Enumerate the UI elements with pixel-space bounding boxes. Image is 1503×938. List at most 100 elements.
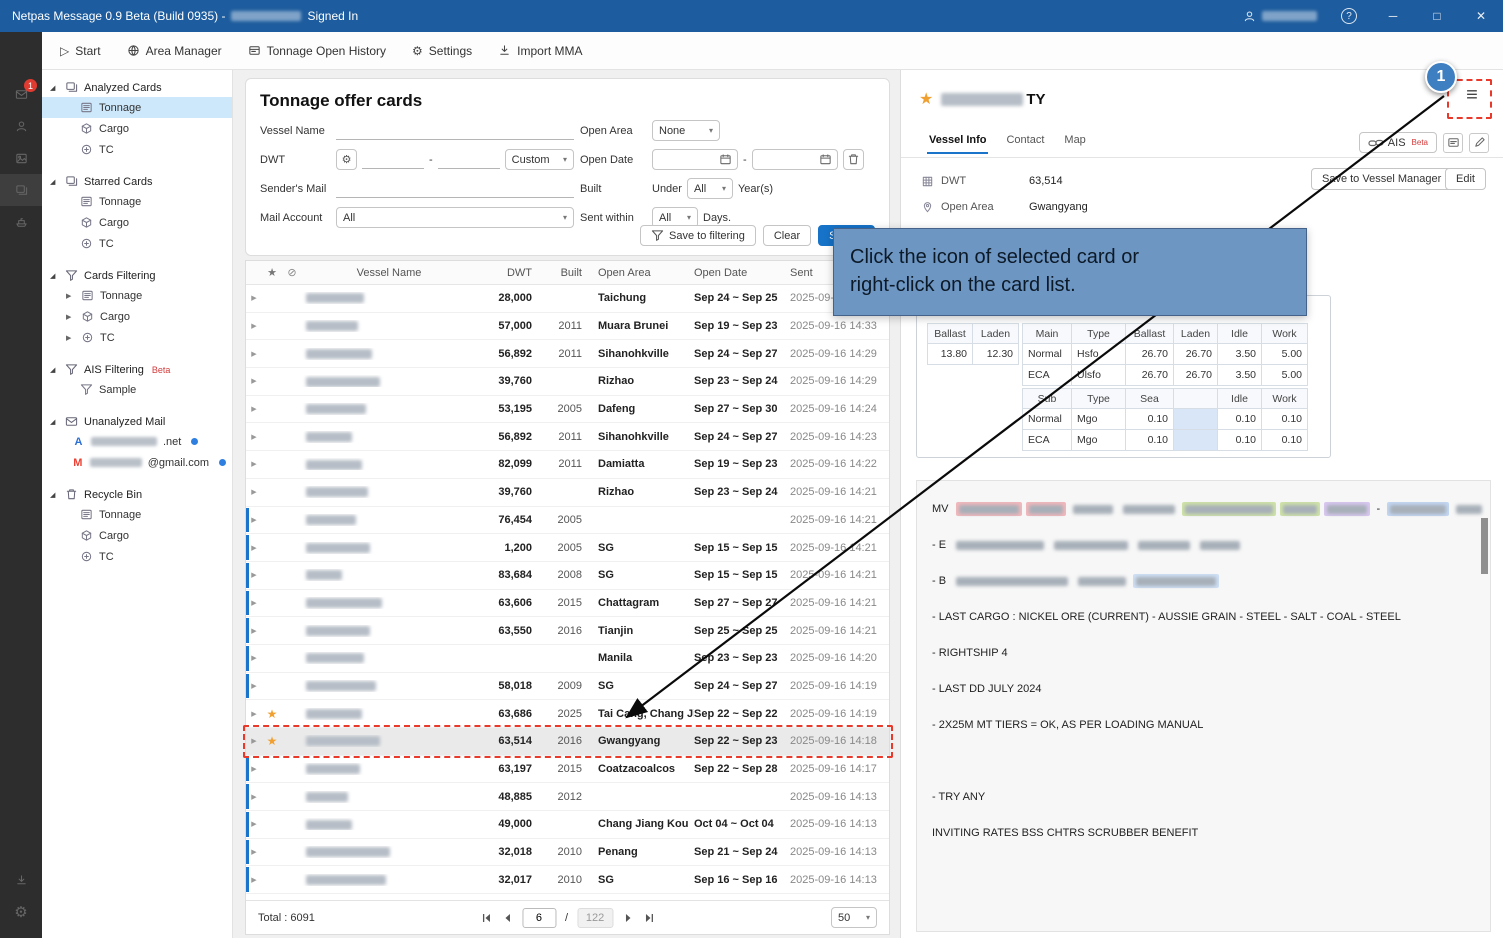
tab-map[interactable]: Map	[1054, 130, 1095, 154]
table-row[interactable]: ▶82,0992011DamiattaSep 19 ~ Sep 232025-0…	[246, 451, 889, 479]
dwt-max-input[interactable]	[438, 151, 500, 169]
expander-icon[interactable]: ▶	[66, 313, 75, 321]
sidebar-item-mail-account[interactable]: A.net	[42, 431, 232, 452]
table-row[interactable]: ▶56,8922011SihanohkvilleSep 24 ~ Sep 272…	[246, 423, 889, 451]
table-row[interactable]: ▶39,760RizhaoSep 23 ~ Sep 242025-09-16 1…	[246, 368, 889, 396]
tab-vessel-info[interactable]: Vessel Info	[919, 130, 996, 154]
row-expand-icon[interactable]: ▶	[246, 433, 262, 441]
sidebar-item-cargo[interactable]: Cargo	[42, 212, 232, 233]
header-exclude-icon[interactable]: ⊘	[282, 266, 302, 279]
table-row[interactable]: ▶58,0182009SGSep 24 ~ Sep 272025-09-16 1…	[246, 673, 889, 701]
table-row[interactable]: ▶49,000Chang Jiang KouOct 04 ~ Oct 04202…	[246, 811, 889, 839]
tree-expand-icon[interactable]: ◢	[50, 178, 59, 186]
sidebar-item-tonnage[interactable]: Tonnage	[42, 191, 232, 212]
page-number-input[interactable]	[522, 908, 556, 928]
vessel-name-input[interactable]	[336, 122, 574, 140]
sidebar-item-mail-account[interactable]: M@gmail.com	[42, 452, 232, 473]
titlebar-account[interactable]	[1233, 0, 1327, 32]
rail-item-settings[interactable]: ⚙	[0, 896, 42, 928]
toolbar-start[interactable]: ▷Start	[60, 44, 101, 58]
dwt-preset-select[interactable]: Custom▾	[505, 149, 574, 170]
table-row[interactable]: ▶63,1972015CoatzacoalcosSep 22 ~ Sep 282…	[246, 756, 889, 784]
header-open-area[interactable]: Open Area	[590, 267, 694, 279]
sidebar-item-tonnage[interactable]: ▶Tonnage	[42, 285, 232, 306]
tree-expand-icon[interactable]: ◢	[50, 418, 59, 426]
rail-item-download[interactable]	[0, 864, 42, 896]
header-built[interactable]: Built	[540, 267, 590, 279]
row-expand-icon[interactable]: ▶	[246, 405, 262, 413]
maximize-button[interactable]: □	[1415, 0, 1459, 32]
table-row[interactable]: ▶76,45420052025-09-16 14:21	[246, 507, 889, 535]
senders-mail-input[interactable]	[336, 180, 574, 198]
toolbar-import-mma[interactable]: Import MMA	[498, 44, 582, 58]
header-open-date[interactable]: Open Date	[694, 267, 790, 279]
table-row[interactable]: ▶57,0002011Muara BruneiSep 19 ~ Sep 2320…	[246, 313, 889, 341]
rail-item-contacts[interactable]	[0, 110, 42, 142]
rail-item-mail[interactable]: 1	[0, 78, 42, 110]
sidebar-item-tc[interactable]: TC	[42, 233, 232, 254]
header-dwt[interactable]: DWT	[476, 267, 540, 279]
sidebar-section-header[interactable]: ◢Recycle Bin	[42, 485, 232, 504]
sidebar-item-cargo[interactable]: ▶Cargo	[42, 306, 232, 327]
toolbar-tonnage-open-history[interactable]: Tonnage Open History	[248, 44, 386, 58]
table-row[interactable]: ▶63,5502016TianjinSep 25 ~ Sep 252025-09…	[246, 617, 889, 645]
table-row[interactable]: ▶39,760RizhaoSep 23 ~ Sep 242025-09-16 1…	[246, 479, 889, 507]
sidebar-item-tc[interactable]: TC	[42, 546, 232, 567]
save-to-vessel-manager-button[interactable]: Save to Vessel Manager	[1311, 168, 1452, 190]
sidebar-section-header[interactable]: ◢Analyzed Cards	[42, 78, 232, 97]
tree-expand-icon[interactable]: ◢	[50, 491, 59, 499]
clear-dates-button[interactable]	[843, 149, 864, 170]
open-date-to-input[interactable]	[752, 149, 838, 170]
rail-item-gallery[interactable]	[0, 142, 42, 174]
first-page-icon[interactable]	[480, 912, 492, 924]
table-row[interactable]: ▶1,2002005SGSep 15 ~ Sep 152025-09-16 14…	[246, 534, 889, 562]
ais-button[interactable]: AISBeta	[1359, 132, 1437, 153]
table-row[interactable]: ▶83,6842008SGSep 15 ~ Sep 152025-09-16 1…	[246, 562, 889, 590]
table-row[interactable]: ▶★63,6862025Tai Cang, Chang Jia...Sep 22…	[246, 700, 889, 728]
row-expand-icon[interactable]: ▶	[246, 710, 262, 718]
expander-icon[interactable]: ▶	[66, 334, 75, 342]
card-menu-icon[interactable]: ≡	[1459, 84, 1485, 107]
header-vessel-name[interactable]: Vessel Name	[302, 267, 476, 279]
page-size-select[interactable]: 50▾	[831, 907, 877, 928]
sidebar-item-tonnage[interactable]: Tonnage	[42, 504, 232, 525]
rail-item-ship[interactable]	[0, 206, 42, 238]
sidebar-section-header[interactable]: ◢Cards Filtering	[42, 266, 232, 285]
table-row[interactable]: ▶32,0182010PenangSep 21 ~ Sep 242025-09-…	[246, 839, 889, 867]
last-page-icon[interactable]	[643, 912, 655, 924]
card-export-button[interactable]	[1443, 133, 1463, 153]
toolbar-area-manager[interactable]: Area Manager	[127, 44, 222, 58]
sidebar-section-header[interactable]: ◢Unanalyzed Mail	[42, 412, 232, 431]
row-star-icon[interactable]: ★	[262, 734, 282, 748]
sidebar-item-cargo[interactable]: Cargo	[42, 525, 232, 546]
header-star-icon[interactable]: ★	[262, 266, 282, 279]
row-expand-icon[interactable]: ▶	[246, 294, 262, 302]
row-expand-icon[interactable]: ▶	[246, 377, 262, 385]
tab-contact[interactable]: Contact	[996, 130, 1054, 154]
open-date-from-input[interactable]	[652, 149, 738, 170]
row-expand-icon[interactable]: ▶	[246, 460, 262, 468]
sidebar-item-cargo[interactable]: Cargo	[42, 118, 232, 139]
prev-page-icon[interactable]	[501, 912, 513, 924]
next-page-icon[interactable]	[622, 912, 634, 924]
sidebar-section-header[interactable]: ◢AIS FilteringBeta	[42, 360, 232, 379]
row-star-icon[interactable]: ★	[262, 707, 282, 721]
close-button[interactable]: ✕	[1459, 0, 1503, 32]
dwt-min-input[interactable]	[362, 151, 424, 169]
tree-expand-icon[interactable]: ◢	[50, 84, 59, 92]
sidebar-item-tc[interactable]: TC	[42, 139, 232, 160]
open-area-select[interactable]: None▾	[652, 120, 720, 141]
favorite-star-icon[interactable]: ★	[919, 89, 933, 109]
message-scrollbar[interactable]	[1481, 518, 1488, 574]
mail-account-select[interactable]: All▾	[336, 207, 574, 228]
expander-icon[interactable]: ▶	[66, 292, 75, 300]
table-row[interactable]: ▶★63,5142016GwangyangSep 22 ~ Sep 232025…	[246, 728, 889, 756]
row-expand-icon[interactable]: ▶	[246, 350, 262, 358]
built-select[interactable]: All▾	[687, 178, 733, 199]
table-row[interactable]: ▶48,88520122025-09-16 14:13	[246, 783, 889, 811]
clear-button[interactable]: Clear	[763, 225, 811, 246]
row-expand-icon[interactable]: ▶	[246, 737, 262, 745]
tree-expand-icon[interactable]: ◢	[50, 272, 59, 280]
toolbar-settings[interactable]: ⚙Settings	[412, 44, 472, 58]
table-row[interactable]: ▶ManilaSep 23 ~ Sep 232025-09-16 14:20	[246, 645, 889, 673]
